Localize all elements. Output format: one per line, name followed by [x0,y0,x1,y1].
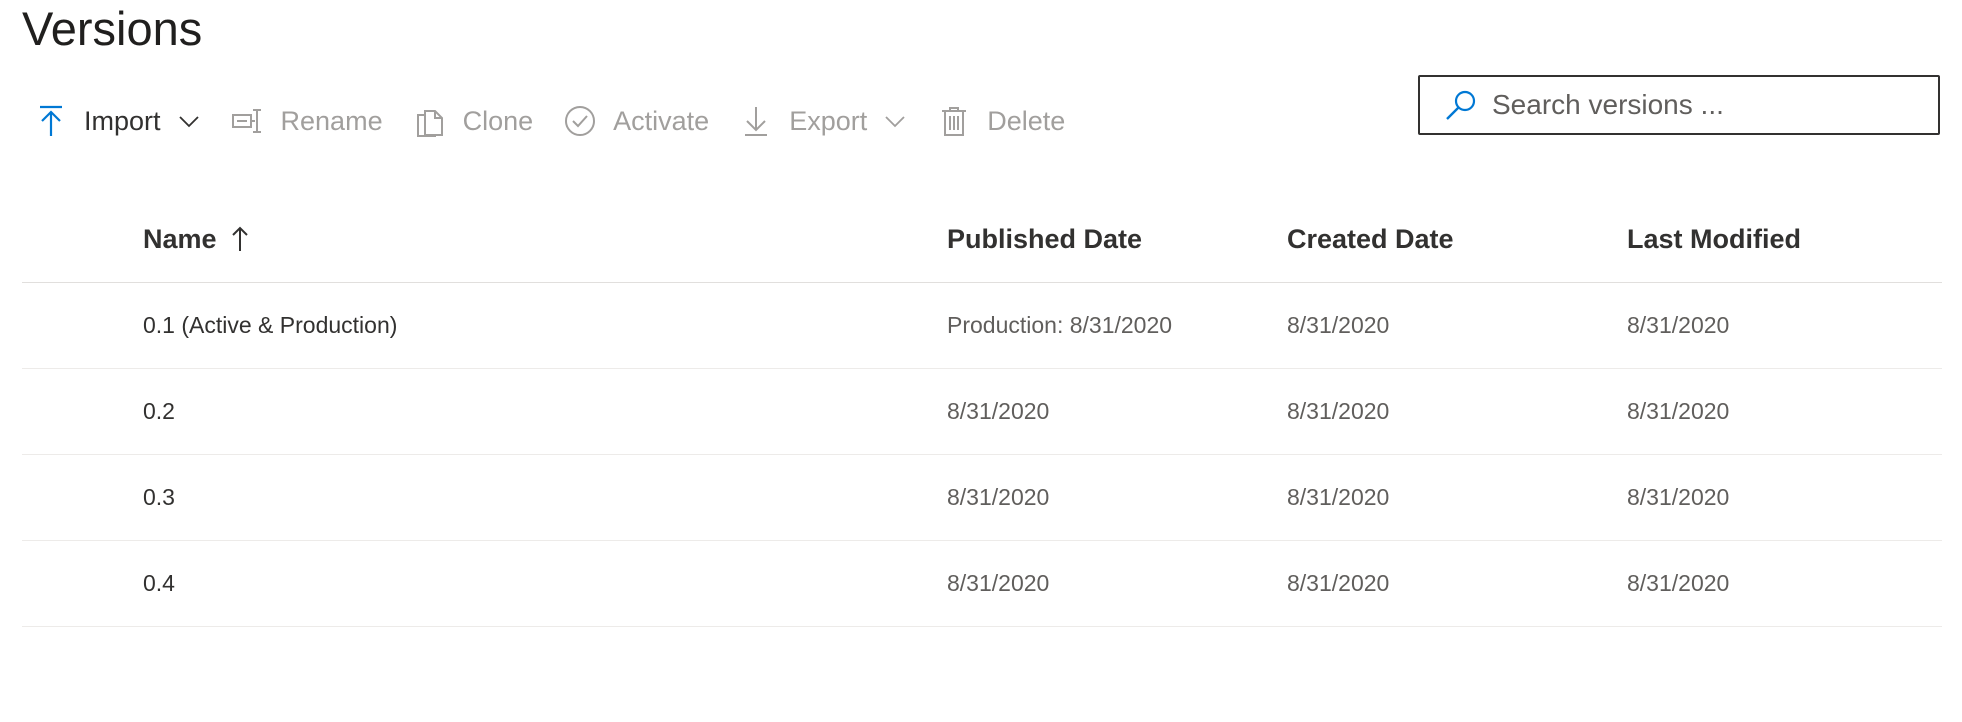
cell-created-date: 8/31/2020 [1287,570,1390,596]
cell-last-modified: 8/31/2020 [1627,398,1730,424]
clone-button[interactable]: Clone [407,96,540,146]
cell-created-date: 8/31/2020 [1287,484,1390,510]
copy-icon [413,104,447,138]
upload-arrow-icon [34,104,68,138]
cell-name: 0.4 [143,570,175,596]
column-header-published-date[interactable]: Published Date [947,196,1142,282]
rename-label: Rename [280,105,383,136]
import-button[interactable]: Import [28,96,207,146]
versions-table: Name Published Date Created Date Last Mo… [22,196,1942,627]
import-label: Import [84,105,161,136]
trash-icon [937,104,971,138]
cell-last-modified: 8/31/2020 [1627,312,1730,338]
activate-button[interactable]: Activate [557,96,715,146]
cell-name: 0.1 (Active & Production) [143,312,398,338]
chevron-down-icon [883,109,907,133]
search-icon [1444,88,1478,122]
cell-name: 0.3 [143,484,175,510]
table-row[interactable]: 0.3 8/31/2020 8/31/2020 8/31/2020 [22,455,1942,541]
cell-name: 0.2 [143,398,175,424]
cell-created-date: 8/31/2020 [1287,312,1390,338]
export-label: Export [789,105,868,136]
clone-label: Clone [462,105,534,136]
download-arrow-icon [739,104,773,138]
table-row[interactable]: 0.1 (Active & Production) Production: 8/… [22,283,1942,369]
column-header-name-label: Name [143,223,217,254]
table-header: Name Published Date Created Date Last Mo… [22,196,1942,283]
table-row[interactable]: 0.4 8/31/2020 8/31/2020 8/31/2020 [22,541,1942,627]
rename-button[interactable]: Rename [225,96,389,146]
column-header-created-date[interactable]: Created Date [1287,196,1454,282]
rename-icon [231,104,265,138]
search-input[interactable] [1492,89,1912,121]
cell-published-date: 8/31/2020 [947,570,1050,596]
delete-label: Delete [987,105,1066,136]
column-header-last-modified[interactable]: Last Modified [1627,196,1801,282]
sort-up-arrow-icon [229,225,251,253]
delete-button[interactable]: Delete [931,96,1071,146]
cell-published-date: Production: 8/31/2020 [947,312,1173,338]
export-button[interactable]: Export [733,96,913,146]
page-title: Versions [22,2,203,55]
check-circle-icon [563,104,597,138]
column-header-name[interactable]: Name [143,196,251,282]
table-row[interactable]: 0.2 8/31/2020 8/31/2020 8/31/2020 [22,369,1942,455]
cell-published-date: 8/31/2020 [947,484,1050,510]
chevron-down-icon [177,109,201,133]
search-box[interactable] [1418,75,1940,135]
activate-label: Activate [613,105,710,136]
cell-last-modified: 8/31/2020 [1627,570,1730,596]
command-bar: Import Rename Clone Activate Export Dele… [28,96,1089,146]
cell-last-modified: 8/31/2020 [1627,484,1730,510]
cell-published-date: 8/31/2020 [947,398,1050,424]
cell-created-date: 8/31/2020 [1287,398,1390,424]
